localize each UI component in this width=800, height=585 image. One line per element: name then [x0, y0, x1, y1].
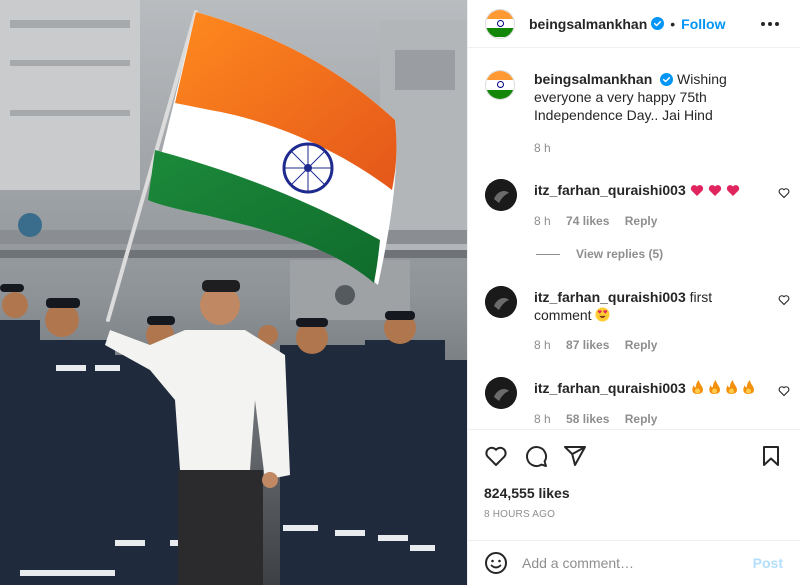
caption-text: beingsalmankhan Wishing everyone a very … [534, 70, 774, 124]
add-comment-bar: Post [468, 540, 800, 585]
comment-text: itz_farhan_quraishi003 [534, 379, 764, 399]
caption-time: 8 h [534, 141, 551, 155]
save-icon[interactable] [759, 444, 783, 468]
share-icon[interactable] [563, 444, 587, 468]
comment-like-icon[interactable] [778, 187, 790, 199]
comment-username[interactable]: itz_farhan_quraishi003 [534, 380, 686, 396]
verified-badge-icon [660, 73, 674, 86]
commenter-avatar[interactable] [485, 179, 517, 211]
comments-list[interactable]: beingsalmankhan Wishing everyone a very … [468, 49, 800, 428]
comment-meta: 8 h 87 likes Reply [534, 338, 657, 352]
avatar[interactable] [485, 70, 515, 100]
comment-likes[interactable]: 58 likes [566, 412, 609, 426]
post-side-panel: beingsalmankhan • Follow beingsalmankhan… [467, 0, 800, 585]
comment-username[interactable]: itz_farhan_quraishi003 [534, 289, 686, 305]
comment-like-icon[interactable] [778, 294, 790, 306]
reply-button[interactable]: Reply [625, 214, 658, 228]
comment-username[interactable]: itz_farhan_quraishi003 [534, 182, 686, 198]
post-comment-button[interactable]: Post [753, 555, 783, 571]
post-header: beingsalmankhan • Follow [468, 0, 800, 48]
comment-likes[interactable]: 87 likes [566, 338, 609, 352]
comment-text: itz_farhan_quraishi003 [534, 181, 764, 201]
emoji-icon[interactable] [484, 551, 508, 575]
comment-meta: 8 h 74 likes Reply [534, 214, 657, 228]
ship-deck-scene [0, 0, 467, 585]
follow-button[interactable]: Follow [681, 16, 725, 32]
likes-count[interactable]: 824,555 likes [484, 485, 570, 501]
fire-emoji [690, 380, 756, 399]
view-replies-label: View replies (5) [576, 247, 664, 261]
verified-badge-icon [651, 17, 665, 30]
comment-icon[interactable] [524, 444, 548, 468]
commenter-avatar[interactable] [485, 286, 517, 318]
reply-button[interactable]: Reply [625, 338, 658, 352]
comment-like-icon[interactable] [778, 385, 790, 397]
view-replies-button[interactable]: View replies (5) [536, 247, 663, 261]
comment-time: 8 h [534, 214, 551, 228]
header-username[interactable]: beingsalmankhan [529, 16, 647, 32]
more-options-icon[interactable] [761, 16, 779, 32]
heart-emoji [690, 183, 740, 201]
post-timestamp: 8 HOURS AGO [484, 509, 556, 520]
comment-likes[interactable]: 74 likes [566, 214, 609, 228]
caption-username[interactable]: beingsalmankhan [534, 71, 652, 87]
comment-meta: 8 h 58 likes Reply [534, 412, 657, 426]
comment-time: 8 h [534, 412, 551, 426]
heart-eyes-emoji [595, 307, 610, 326]
separator-dot: • [670, 15, 676, 32]
replies-divider [536, 253, 560, 255]
like-icon[interactable] [484, 444, 508, 468]
comment-time: 8 h [534, 338, 551, 352]
avatar[interactable] [485, 8, 515, 39]
reply-button[interactable]: Reply [625, 412, 658, 426]
post-actions [468, 429, 800, 481]
post-image[interactable] [0, 0, 467, 585]
commenter-avatar[interactable] [485, 377, 517, 409]
comment-input[interactable] [522, 552, 742, 574]
comment-text: itz_farhan_quraishi003 first comment [534, 288, 764, 326]
